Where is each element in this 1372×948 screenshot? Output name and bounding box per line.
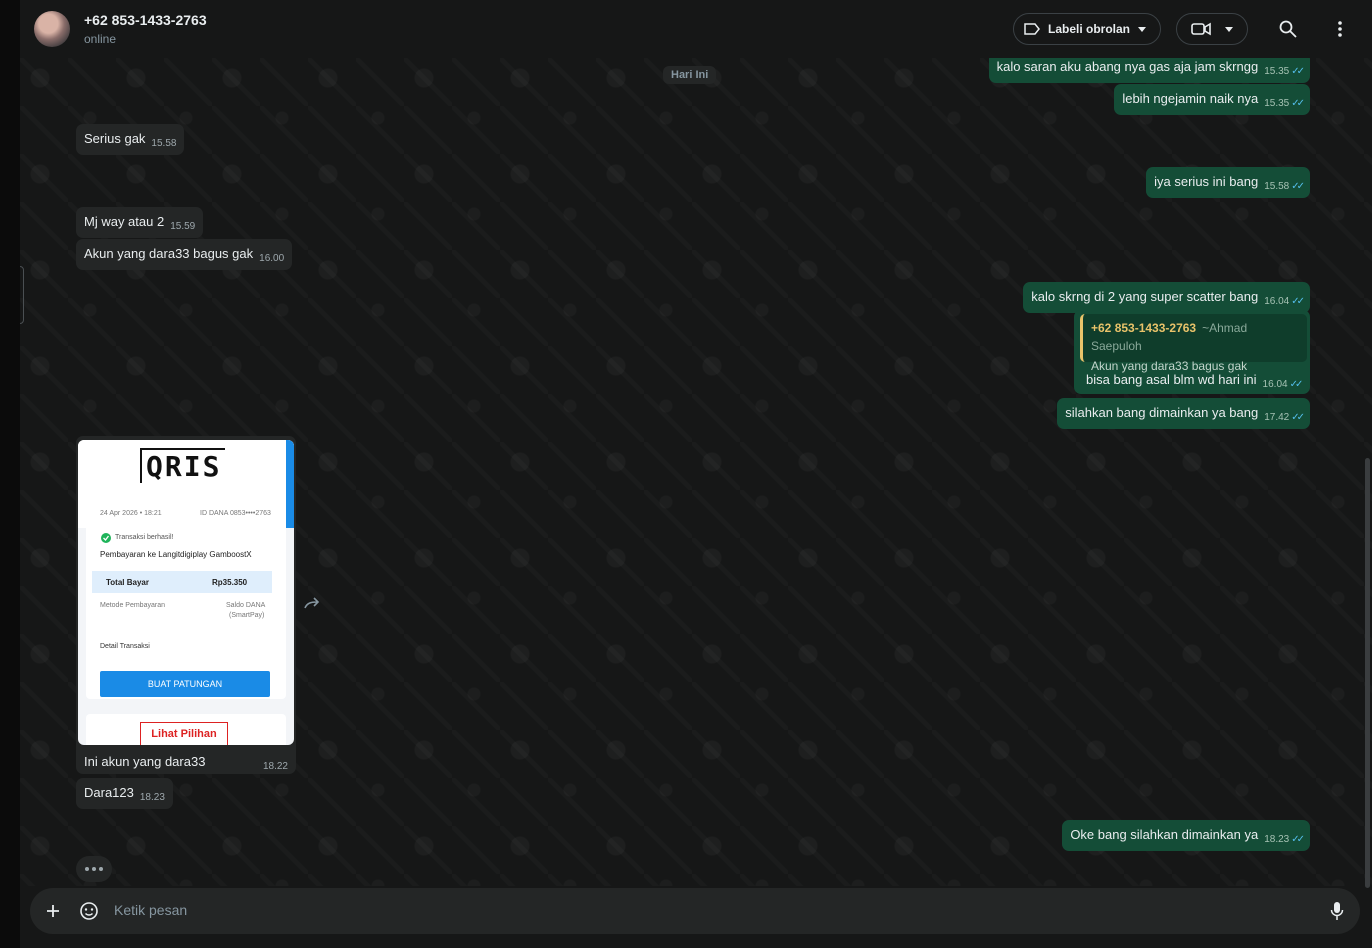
message-text: Serius gak <box>84 131 146 146</box>
receipt-id: ID DANA 0853••••2763 <box>200 510 271 517</box>
video-call-button[interactable] <box>1176 13 1248 45</box>
qris-logo: QRIS <box>140 448 226 483</box>
outgoing-message[interactable]: Oke bang silahkan dimainkan ya 18.23 ✓✓ <box>1062 820 1310 851</box>
message-input[interactable]: Ketik pesan <box>114 902 187 918</box>
message-text: silahkan bang dimainkan ya bang <box>1065 405 1259 420</box>
transaction-status: Transaksi berhasil! <box>115 534 174 541</box>
plus-icon[interactable] <box>46 904 60 918</box>
message-text: Ini akun yang dara33 <box>84 754 206 769</box>
method-value-sub: (SmartPay) <box>229 612 265 619</box>
message-text: kalo skrng di 2 yang super scatter bang <box>1031 289 1259 304</box>
message-time: 15.35 <box>1264 66 1290 77</box>
label-chat-button[interactable]: Labeli obrolan <box>1013 13 1161 45</box>
check-icon <box>101 533 111 543</box>
message-text: lebih ngejamin naik nya <box>1122 91 1259 106</box>
incoming-message[interactable]: Mj way atau 2 15.59 <box>76 207 204 238</box>
video-icon <box>1191 22 1211 36</box>
read-ticks-icon: ✓✓ <box>1291 66 1305 77</box>
message-time: 16.00 <box>259 253 285 264</box>
read-ticks-icon: ✓✓ <box>1291 181 1305 192</box>
message-time: 17.42 <box>1264 412 1290 423</box>
contact-status: online <box>84 32 117 46</box>
message-text: Dara123 <box>84 785 134 800</box>
message-text: kalo saran aku abang nya gas aja jam skr… <box>996 59 1259 74</box>
message-composer: Ketik pesan <box>30 888 1360 934</box>
date-divider: Hari Ini <box>663 66 717 84</box>
chat-window: +62 853-1433-2763 online Labeli obrolan … <box>20 0 1372 948</box>
image-caption: Ini akun yang dara33 18.22 <box>76 747 296 776</box>
message-text: Akun yang dara33 bagus gak <box>84 246 254 261</box>
read-ticks-icon: ✓✓ <box>1291 412 1305 423</box>
contact-name[interactable]: +62 853-1433-2763 <box>84 12 207 28</box>
reply-body: bisa bang asal blm wd hari ini 16.04 ✓✓ <box>1078 365 1308 396</box>
detail-label: Detail Transaksi <box>100 643 150 650</box>
outgoing-message[interactable]: iya serius ini bang 15.58 ✓✓ <box>1146 167 1310 198</box>
chevron-down-icon <box>1138 26 1147 32</box>
message-text: bisa bang asal blm wd hari ini <box>1086 372 1257 387</box>
message-time: 15.35 <box>1264 98 1290 109</box>
total-label: Total Bayar <box>106 578 149 587</box>
merchant-name: Pembayaran ke Langitdigiplay GamboostX <box>100 550 252 559</box>
sticker-icon[interactable] <box>79 901 99 921</box>
receipt-date: 24 Apr 2026 • 18:21 <box>100 510 162 517</box>
message-time: 18.22 <box>262 761 288 772</box>
more-vertical-icon <box>1338 21 1342 37</box>
outgoing-message[interactable]: kalo skrng di 2 yang super scatter bang 1… <box>1023 282 1310 313</box>
search-button[interactable] <box>1276 17 1300 41</box>
read-ticks-icon: ✓✓ <box>1289 379 1304 390</box>
quoted-sender: +62 853-1433-2763 <box>1091 321 1197 335</box>
method-value: Saldo DANA <box>226 602 266 609</box>
message-text: iya serius ini bang <box>1154 174 1259 189</box>
incoming-message[interactable]: Dara123 18.23 <box>76 778 173 809</box>
message-time: 15.59 <box>170 221 196 232</box>
read-ticks-icon: ✓✓ <box>1291 296 1305 307</box>
message-time: 16.04 <box>1264 296 1290 307</box>
total-value: Rp35.350 <box>212 578 248 587</box>
forward-icon[interactable] <box>304 596 322 610</box>
outgoing-message[interactable]: silahkan bang dimainkan ya bang 17.42 ✓✓ <box>1057 398 1310 429</box>
incoming-message[interactable]: Akun yang dara33 bagus gak 16.00 <box>76 239 293 270</box>
typing-indicator <box>76 856 112 882</box>
split-bill-button: BUAT PATUNGAN <box>100 671 270 697</box>
outgoing-message[interactable]: lebih ngejamin naik nya 15.35 ✓✓ <box>1114 84 1310 115</box>
sidebar-resize-handle[interactable] <box>20 266 24 324</box>
method-label: Metode Pembayaran <box>100 602 165 609</box>
incoming-message[interactable]: Serius gak 15.58 <box>76 124 185 155</box>
quoted-message[interactable]: +62 853-1433-2763 ~Ahmad Saepuloh Akun ya… <box>1080 314 1307 373</box>
search-icon <box>1279 20 1297 38</box>
message-time: 18.23 <box>1264 834 1290 845</box>
message-time: 15.58 <box>1264 181 1290 192</box>
microphone-icon[interactable] <box>1330 901 1344 921</box>
receipt-bottom-card: Lihat Pilihan <box>86 714 286 745</box>
message-time: 18.23 <box>139 792 165 803</box>
read-ticks-icon: ✓✓ <box>1291 834 1305 845</box>
message-time: 16.04 <box>1262 379 1288 390</box>
message-text: Oke bang silahkan dimainkan ya <box>1070 827 1259 842</box>
message-text: Mj way atau 2 <box>84 214 165 229</box>
chat-header[interactable]: +62 853-1433-2763 online Labeli obrolan <box>20 0 1372 58</box>
message-time: 15.58 <box>151 138 177 149</box>
receipt-header: QRIS 24 Apr 2026 • 18:21 ID DANA 0853•••… <box>78 440 294 528</box>
label-chat-text: Labeli obrolan <box>1048 22 1131 36</box>
menu-button[interactable] <box>1328 17 1352 41</box>
chevron-down-icon <box>1225 26 1233 32</box>
read-ticks-icon: ✓✓ <box>1291 98 1305 109</box>
scrollbar[interactable] <box>1365 458 1370 888</box>
see-options-button: Lihat Pilihan <box>140 722 228 745</box>
label-icon <box>1024 23 1040 35</box>
avatar[interactable] <box>34 11 70 47</box>
receipt-image[interactable]: QRIS 24 Apr 2026 • 18:21 ID DANA 0853•••… <box>78 440 294 745</box>
